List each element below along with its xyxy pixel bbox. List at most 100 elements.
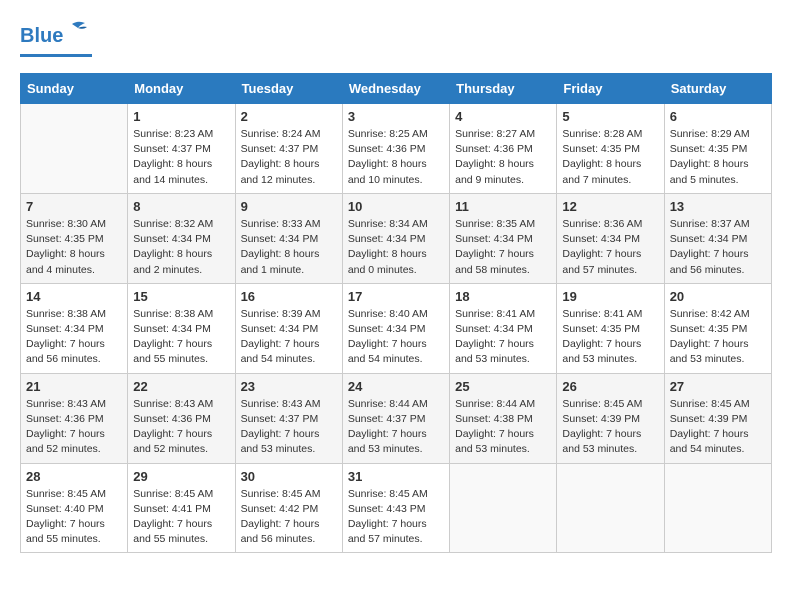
logo: Blue: [20, 20, 92, 57]
day-info: Sunrise: 8:34 AM Sunset: 4:34 PM Dayligh…: [348, 217, 444, 278]
day-of-week-header: Tuesday: [235, 74, 342, 104]
calendar-cell: 10 Sunrise: 8:34 AM Sunset: 4:34 PM Dayli…: [342, 193, 449, 283]
day-number: 7: [26, 199, 122, 214]
day-number: 25: [455, 379, 551, 394]
calendar-cell: 14Sunrise: 8:38 AM Sunset: 4:34 PM Dayli…: [21, 283, 128, 373]
day-info: Sunrise: 8:43 AM Sunset: 4:37 PM Dayligh…: [241, 397, 337, 458]
day-number: 6: [670, 109, 766, 124]
svg-text:Blue: Blue: [20, 25, 63, 47]
calendar-cell: 7 Sunrise: 8:30 AM Sunset: 4:35 PM Daylig…: [21, 193, 128, 283]
calendar-cell: 12 Sunrise: 8:36 AM Sunset: 4:34 PM Dayli…: [557, 193, 664, 283]
calendar-cell: 23 Sunrise: 8:43 AM Sunset: 4:37 PM Dayli…: [235, 373, 342, 463]
day-info: Sunrise: 8:24 AM Sunset: 4:37 PM Dayligh…: [241, 127, 337, 188]
calendar-cell: 19Sunrise: 8:41 AM Sunset: 4:35 PM Dayli…: [557, 283, 664, 373]
calendar-cell: 16 Sunrise: 8:39 AM Sunset: 4:34 PM Dayli…: [235, 283, 342, 373]
day-of-week-header: Monday: [128, 74, 235, 104]
day-info: Sunrise: 8:27 AM Sunset: 4:36 PM Dayligh…: [455, 127, 551, 188]
calendar-cell: 29 Sunrise: 8:45 AM Sunset: 4:41 PM Dayli…: [128, 463, 235, 553]
day-info: Sunrise: 8:29 AM Sunset: 4:35 PM Dayligh…: [670, 127, 766, 188]
day-of-week-header: Friday: [557, 74, 664, 104]
calendar-cell: 25 Sunrise: 8:44 AM Sunset: 4:38 PM Dayli…: [450, 373, 557, 463]
calendar-cell: 18 Sunrise: 8:41 AM Sunset: 4:34 PM Dayli…: [450, 283, 557, 373]
day-info: Sunrise: 8:37 AM Sunset: 4:34 PM Dayligh…: [670, 217, 766, 278]
day-number: 10: [348, 199, 444, 214]
calendar-cell: 6 Sunrise: 8:29 AM Sunset: 4:35 PM Daylig…: [664, 104, 771, 194]
day-number: 8: [133, 199, 229, 214]
day-number: 5: [562, 109, 658, 124]
calendar-cell: 4 Sunrise: 8:27 AM Sunset: 4:36 PM Daylig…: [450, 104, 557, 194]
calendar-cell: 27Sunrise: 8:45 AM Sunset: 4:39 PM Dayli…: [664, 373, 771, 463]
day-number: 21: [26, 379, 122, 394]
calendar-header-row: SundayMondayTuesdayWednesdayThursdayFrid…: [21, 74, 772, 104]
calendar-cell: 15Sunrise: 8:38 AM Sunset: 4:34 PM Dayli…: [128, 283, 235, 373]
day-number: 26: [562, 379, 658, 394]
calendar-cell: 3 Sunrise: 8:25 AM Sunset: 4:36 PM Daylig…: [342, 104, 449, 194]
day-number: 2: [241, 109, 337, 124]
calendar-cell: 11 Sunrise: 8:35 AM Sunset: 4:34 PM Dayli…: [450, 193, 557, 283]
calendar-cell: 26 Sunrise: 8:45 AM Sunset: 4:39 PM Dayli…: [557, 373, 664, 463]
page-header: Blue: [20, 20, 772, 57]
calendar-cell: 20 Sunrise: 8:42 AM Sunset: 4:35 PM Dayli…: [664, 283, 771, 373]
day-number: 11: [455, 199, 551, 214]
day-number: 29: [133, 469, 229, 484]
day-info: Sunrise: 8:43 AM Sunset: 4:36 PM Dayligh…: [133, 397, 229, 458]
calendar-week-row: 7 Sunrise: 8:30 AM Sunset: 4:35 PM Daylig…: [21, 193, 772, 283]
day-of-week-header: Saturday: [664, 74, 771, 104]
day-info: Sunrise: 8:42 AM Sunset: 4:35 PM Dayligh…: [670, 307, 766, 368]
day-info: Sunrise: 8:30 AM Sunset: 4:35 PM Dayligh…: [26, 217, 122, 278]
calendar-cell: 21 Sunrise: 8:43 AM Sunset: 4:36 PM Dayli…: [21, 373, 128, 463]
calendar-cell: 17 Sunrise: 8:40 AM Sunset: 4:34 PM Dayli…: [342, 283, 449, 373]
day-number: 22: [133, 379, 229, 394]
day-info: Sunrise: 8:45 AM Sunset: 4:39 PM Dayligh…: [670, 397, 766, 458]
day-info: Sunrise: 8:35 AM Sunset: 4:34 PM Dayligh…: [455, 217, 551, 278]
calendar-cell: 9Sunrise: 8:33 AM Sunset: 4:34 PM Daylig…: [235, 193, 342, 283]
calendar-table: SundayMondayTuesdayWednesdayThursdayFrid…: [20, 73, 772, 553]
calendar-cell: 31Sunrise: 8:45 AM Sunset: 4:43 PM Dayli…: [342, 463, 449, 553]
day-info: Sunrise: 8:38 AM Sunset: 4:34 PM Dayligh…: [133, 307, 229, 368]
calendar-cell: 30 Sunrise: 8:45 AM Sunset: 4:42 PM Dayli…: [235, 463, 342, 553]
calendar-week-row: 1 Sunrise: 8:23 AM Sunset: 4:37 PM Daylig…: [21, 104, 772, 194]
day-info: Sunrise: 8:38 AM Sunset: 4:34 PM Dayligh…: [26, 307, 122, 368]
day-number: 16: [241, 289, 337, 304]
day-info: Sunrise: 8:45 AM Sunset: 4:42 PM Dayligh…: [241, 487, 337, 548]
day-info: Sunrise: 8:45 AM Sunset: 4:41 PM Dayligh…: [133, 487, 229, 548]
calendar-cell: 22 Sunrise: 8:43 AM Sunset: 4:36 PM Dayli…: [128, 373, 235, 463]
day-info: Sunrise: 8:32 AM Sunset: 4:34 PM Dayligh…: [133, 217, 229, 278]
calendar-cell: 1 Sunrise: 8:23 AM Sunset: 4:37 PM Daylig…: [128, 104, 235, 194]
day-number: 13: [670, 199, 766, 214]
day-info: Sunrise: 8:44 AM Sunset: 4:38 PM Dayligh…: [455, 397, 551, 458]
day-info: Sunrise: 8:45 AM Sunset: 4:39 PM Dayligh…: [562, 397, 658, 458]
day-number: 30: [241, 469, 337, 484]
calendar-cell: 28Sunrise: 8:45 AM Sunset: 4:40 PM Dayli…: [21, 463, 128, 553]
day-info: Sunrise: 8:43 AM Sunset: 4:36 PM Dayligh…: [26, 397, 122, 458]
day-number: 4: [455, 109, 551, 124]
day-info: Sunrise: 8:41 AM Sunset: 4:35 PM Dayligh…: [562, 307, 658, 368]
day-number: 28: [26, 469, 122, 484]
day-info: Sunrise: 8:39 AM Sunset: 4:34 PM Dayligh…: [241, 307, 337, 368]
day-number: 1: [133, 109, 229, 124]
day-info: Sunrise: 8:44 AM Sunset: 4:37 PM Dayligh…: [348, 397, 444, 458]
day-info: Sunrise: 8:36 AM Sunset: 4:34 PM Dayligh…: [562, 217, 658, 278]
calendar-cell: 13 Sunrise: 8:37 AM Sunset: 4:34 PM Dayli…: [664, 193, 771, 283]
day-number: 23: [241, 379, 337, 394]
day-info: Sunrise: 8:23 AM Sunset: 4:37 PM Dayligh…: [133, 127, 229, 188]
calendar-cell: 2 Sunrise: 8:24 AM Sunset: 4:37 PM Daylig…: [235, 104, 342, 194]
calendar-cell: 24 Sunrise: 8:44 AM Sunset: 4:37 PM Dayli…: [342, 373, 449, 463]
day-of-week-header: Thursday: [450, 74, 557, 104]
calendar-cell: [664, 463, 771, 553]
day-info: Sunrise: 8:41 AM Sunset: 4:34 PM Dayligh…: [455, 307, 551, 368]
day-number: 18: [455, 289, 551, 304]
day-number: 24: [348, 379, 444, 394]
day-info: Sunrise: 8:45 AM Sunset: 4:43 PM Dayligh…: [348, 487, 444, 548]
day-number: 17: [348, 289, 444, 304]
calendar-cell: [557, 463, 664, 553]
calendar-week-row: 28Sunrise: 8:45 AM Sunset: 4:40 PM Dayli…: [21, 463, 772, 553]
calendar-cell: [21, 104, 128, 194]
day-info: Sunrise: 8:40 AM Sunset: 4:34 PM Dayligh…: [348, 307, 444, 368]
day-info: Sunrise: 8:25 AM Sunset: 4:36 PM Dayligh…: [348, 127, 444, 188]
day-of-week-header: Wednesday: [342, 74, 449, 104]
day-info: Sunrise: 8:28 AM Sunset: 4:35 PM Dayligh…: [562, 127, 658, 188]
day-number: 12: [562, 199, 658, 214]
day-number: 20: [670, 289, 766, 304]
day-number: 3: [348, 109, 444, 124]
